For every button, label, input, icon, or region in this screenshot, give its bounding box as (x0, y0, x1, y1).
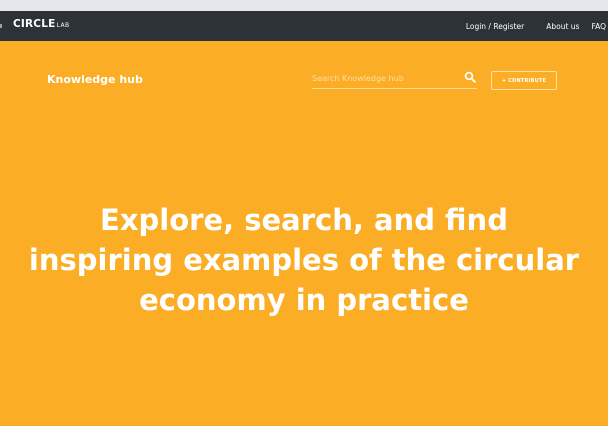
contribute-button[interactable]: + CONTRIBUTE (491, 71, 557, 90)
circlelab-logo[interactable]: CIRCLE LAB (13, 18, 70, 30)
login-register-link[interactable]: Login / Register (466, 22, 524, 31)
hero-line: inspiring examples of the circular (28, 243, 580, 277)
search-icon[interactable] (464, 71, 476, 83)
faq-link[interactable]: FAQ (591, 22, 606, 31)
about-us-link[interactable]: About us (546, 22, 579, 31)
search-bar (312, 70, 477, 89)
hero-line: Explore, search, and find (100, 203, 508, 237)
nav-edge-marker (0, 24, 2, 28)
browser-top-strip (0, 0, 608, 11)
search-input[interactable] (312, 71, 452, 85)
knowledge-hub-title[interactable]: Knowledge hub (47, 73, 143, 86)
hero-line: economy in practice (139, 283, 469, 317)
hero-heading: Explore, search, and find inspiring exam… (0, 200, 608, 320)
logo-sub-text: LAB (56, 22, 70, 29)
nav-links: Login / Register About us FAQ (466, 11, 606, 41)
logo-main-text: CIRCLE (13, 18, 56, 30)
top-navbar: CIRCLE LAB Login / Register About us FAQ (0, 11, 608, 41)
